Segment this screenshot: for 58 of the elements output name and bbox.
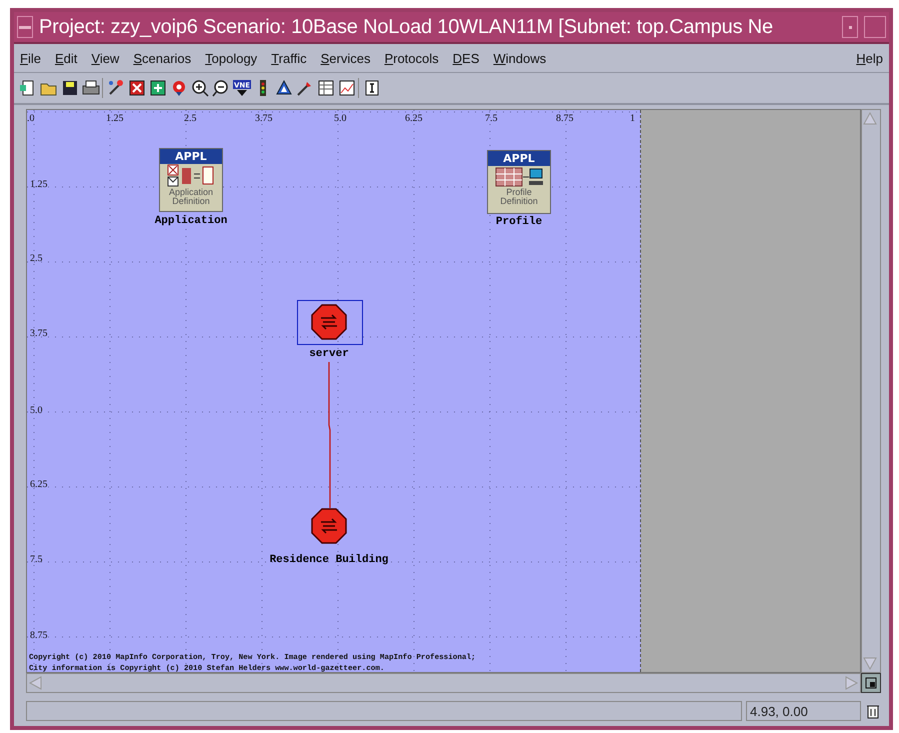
ruler-label: 1.25 <box>30 179 48 190</box>
window-title: Project: zzy_voip6 Scenario: 10Base NoLoad 10WLAN11M [Subnet: top.Campus Ne <box>39 16 774 38</box>
ruler-label: 3.75 <box>30 328 48 339</box>
definition-node[interactable]: APPL Profile Definition <box>487 150 551 214</box>
save-icon[interactable] <box>61 79 79 97</box>
menu-item[interactable]: Traffic <box>271 50 307 66</box>
application-config-icon <box>166 164 216 188</box>
node-label: Profile <box>496 216 542 228</box>
ruler-label: 7.5 <box>30 554 42 565</box>
window-menu-button[interactable] <box>17 16 33 38</box>
menu-item[interactable]: File <box>20 50 41 66</box>
node-label: Application <box>154 215 228 227</box>
node-label: server <box>309 348 349 360</box>
node-caption: Application Definition <box>168 188 214 206</box>
print-icon[interactable] <box>82 79 100 97</box>
zoom-out-icon[interactable] <box>212 79 230 97</box>
add-node-icon[interactable] <box>149 79 167 97</box>
ruler-label: 8.75 <box>556 113 574 124</box>
dart-icon[interactable] <box>296 79 314 97</box>
menu-item[interactable]: Edit <box>54 50 78 66</box>
router-node-icon[interactable] <box>311 304 347 340</box>
node-badge: APPL <box>160 149 222 164</box>
dash-icon <box>19 26 31 28</box>
ruler-label: 1.25 <box>106 113 124 124</box>
menu-item[interactable]: Windows <box>493 50 546 66</box>
ruler-label: 1 <box>630 113 635 124</box>
ruler-label: 2.5 <box>184 113 196 124</box>
menu-item[interactable]: Help <box>856 50 883 66</box>
menu-item[interactable]: DES <box>452 50 480 66</box>
map-pin-icon[interactable] <box>170 79 188 97</box>
view-toggle-button[interactable] <box>861 673 881 693</box>
node-caption: Profile Definition <box>499 188 539 206</box>
info-icon[interactable] <box>363 79 381 97</box>
ruler-label: .0 <box>27 113 34 124</box>
table-icon[interactable] <box>317 79 335 97</box>
menu-item[interactable]: View <box>91 50 120 66</box>
ruler-label: 6.25 <box>405 113 422 124</box>
ruler-label: 2.5 <box>30 253 42 264</box>
coordinates-readout: 4.93, 0.00 <box>746 701 861 721</box>
minimize-button[interactable] <box>842 16 858 38</box>
menu-item[interactable]: Topology <box>205 50 258 66</box>
menu-item[interactable]: Services <box>320 50 370 66</box>
delete-node-icon[interactable] <box>128 79 146 97</box>
triangle-icon[interactable] <box>275 79 293 97</box>
zoom-in-icon[interactable] <box>191 79 209 97</box>
node-badge: APPL <box>488 151 550 166</box>
square-icon <box>865 677 877 689</box>
router-node-icon[interactable] <box>311 508 347 544</box>
node-label: Residence Building <box>270 554 388 566</box>
menu-item[interactable]: Protocols <box>384 50 439 66</box>
ruler-label: 5.0 <box>334 113 346 124</box>
graph-icon[interactable] <box>338 79 356 97</box>
ruler-label: 7.5 <box>485 113 498 124</box>
menu-item[interactable]: Scenarios <box>133 50 192 66</box>
ruler-label: 3.75 <box>255 113 272 124</box>
table-computer-icon <box>494 166 544 188</box>
definition-node[interactable]: APPL Application Definition <box>159 148 223 212</box>
ruler-label: 6.25 <box>30 479 48 490</box>
